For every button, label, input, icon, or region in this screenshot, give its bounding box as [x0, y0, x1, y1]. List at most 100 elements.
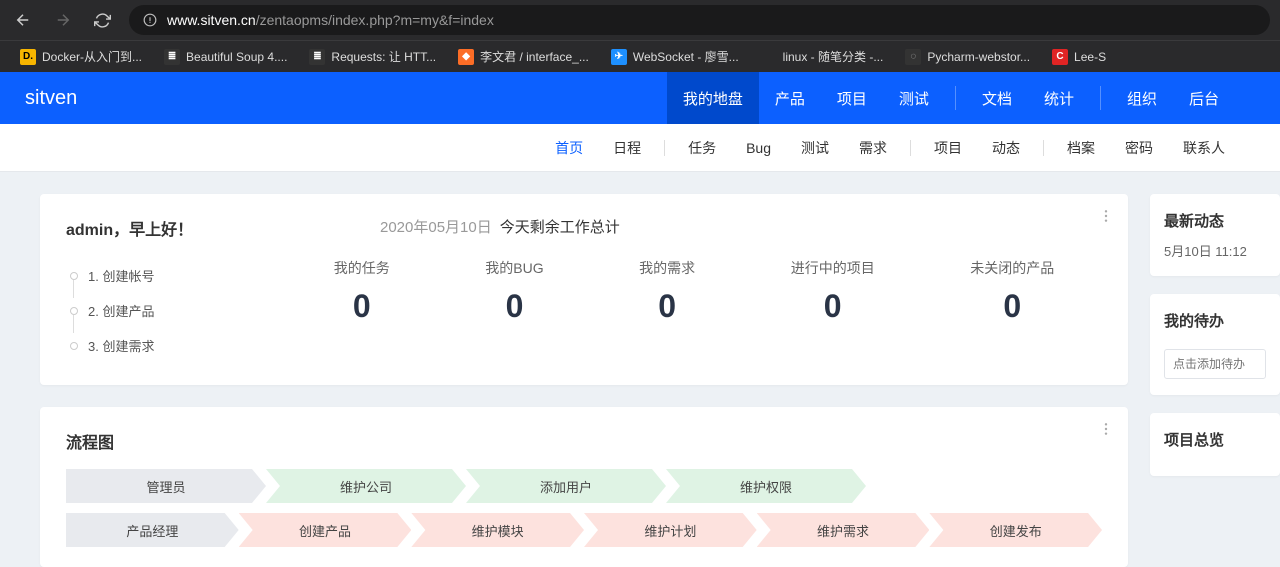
bookmark-label: Requests: 让 HTT...	[331, 48, 436, 65]
flow-step[interactable]: 创建发布	[929, 513, 1102, 547]
nav-item[interactable]: 产品	[759, 72, 821, 124]
todo-input[interactable]	[1164, 349, 1266, 379]
stat-label: 未关闭的产品	[970, 258, 1054, 278]
flow-row: 管理员维护公司 添加用户 维护权限	[66, 469, 1102, 503]
onboarding-step[interactable]: 2. 创建产品	[66, 293, 286, 328]
greeting-date: 2020年05月10日	[380, 216, 492, 237]
sub-nav-item[interactable]: 需求	[844, 138, 902, 158]
nav-item[interactable]: 后台	[1173, 72, 1235, 124]
stat-value: 0	[791, 288, 875, 325]
sub-nav-item[interactable]: 动态	[977, 138, 1035, 158]
sub-nav-item[interactable]: 档案	[1052, 138, 1110, 158]
bookmark-label: Pycharm-webstor...	[927, 50, 1030, 64]
flow-step[interactable]: 维护模块	[411, 513, 584, 547]
flow-step-label: 维护模块	[472, 521, 524, 540]
bookmark-item[interactable]: ✈ WebSocket - 廖雪...	[601, 44, 749, 69]
reload-icon[interactable]	[90, 8, 115, 33]
forward-icon	[50, 7, 76, 33]
nav-item[interactable]: 统计	[1028, 72, 1090, 124]
nav-item[interactable]: 组织	[1111, 72, 1173, 124]
stat-label: 进行中的项目	[791, 258, 875, 278]
bookmark-item[interactable]: ◆ 李文君 / interface_...	[448, 44, 599, 69]
stat-label: 我的BUG	[485, 258, 543, 278]
brand-logo[interactable]: sitven	[25, 87, 77, 110]
nav-separator	[1100, 86, 1101, 110]
sub-nav-item[interactable]: 任务	[673, 138, 731, 158]
sub-nav-item[interactable]: 联系人	[1168, 138, 1240, 158]
flow-step[interactable]: 维护需求	[757, 513, 930, 547]
stat-block[interactable]: 进行中的项目 0	[791, 258, 875, 363]
overview-title: 项目总览	[1164, 429, 1266, 450]
flow-step-label: 维护需求	[817, 521, 869, 540]
stat-value: 0	[970, 288, 1054, 325]
sub-nav-item[interactable]: 项目	[919, 138, 977, 158]
flow-step[interactable]: 维护公司	[266, 469, 466, 503]
bookmark-item[interactable]: D. Docker-从入门到...	[10, 44, 152, 69]
sub-nav-item[interactable]: 密码	[1110, 138, 1168, 158]
stat-block[interactable]: 我的任务0	[334, 258, 390, 363]
main-nav: sitven 我的地盘产品项目测试文档统计组织后台	[0, 72, 1280, 124]
flow-step-label: 添加用户	[540, 477, 592, 496]
back-icon[interactable]	[10, 7, 36, 33]
project-overview-panel: 项目总览	[1150, 413, 1280, 476]
sub-nav-item[interactable]: 首页	[540, 138, 598, 158]
flowchart-panel: 流程图 管理员维护公司添加用户维护权限产品经理创建产品维护模块维护计划维护需求创…	[40, 407, 1128, 567]
bookmark-favicon: ◆	[458, 49, 474, 65]
address-bar[interactable]: www.sitven.cn/zentaopms/index.php?m=my&f…	[129, 5, 1270, 35]
news-panel: 最新动态 5月10日 11:12	[1150, 194, 1280, 276]
bookmark-item[interactable]: ≣ Requests: 让 HTT...	[299, 44, 446, 69]
stat-block[interactable]: 我的需求 0	[639, 258, 695, 363]
news-timestamp: 5月10日 11:12	[1164, 241, 1266, 260]
greeting-title: admin，早上好！	[66, 216, 193, 240]
sub-nav-item[interactable]: Bug	[731, 140, 786, 156]
onboarding-step[interactable]: 3. 创建需求	[66, 328, 286, 363]
flow-step[interactable]: 产品经理	[66, 513, 239, 547]
sub-nav-separator	[910, 140, 911, 156]
flow-row: 产品经理 创建产品 维护模块 维护计划 维护需求 创建发布	[66, 513, 1102, 547]
bookmark-label: WebSocket - 廖雪...	[633, 48, 739, 65]
bookmark-item[interactable]: linux - 随笔分类 -...	[751, 44, 894, 69]
bookmark-label: 李文君 / interface_...	[480, 48, 589, 65]
flow-step[interactable]: 添加用户	[466, 469, 666, 503]
todo-panel: 我的待办	[1150, 294, 1280, 395]
bookmark-label: Lee-S	[1074, 50, 1106, 64]
sub-nav-item[interactable]: 日程	[598, 138, 656, 158]
panel-menu-icon[interactable]	[1098, 421, 1114, 442]
flow-step[interactable]: 管理员	[66, 469, 266, 503]
sub-nav: 首页日程任务Bug测试需求项目动态档案密码联系人	[0, 124, 1280, 172]
bookmark-favicon: D.	[20, 49, 36, 65]
nav-item[interactable]: 测试	[883, 72, 945, 124]
url-path: /zentaopms/index.php?m=my&f=index	[256, 12, 494, 28]
greeting-subtitle: 今天剩余工作总计	[500, 216, 620, 237]
bookmark-item[interactable]: CLee-S	[1042, 45, 1116, 69]
stat-value: 0	[639, 288, 695, 325]
bookmark-favicon: ✈	[611, 49, 627, 65]
bookmark-item[interactable]: ◌ Pycharm-webstor...	[895, 45, 1040, 69]
nav-item[interactable]: 我的地盘	[667, 72, 759, 124]
nav-item[interactable]: 文档	[966, 72, 1028, 124]
bookmark-favicon: ≣	[309, 49, 325, 65]
stat-value: 0	[334, 288, 390, 325]
news-title: 最新动态	[1164, 210, 1266, 231]
stat-block[interactable]: 我的BUG0	[485, 258, 543, 363]
flow-step-label: 创建发布	[990, 521, 1042, 540]
sub-nav-separator	[1043, 140, 1044, 156]
onboarding-step[interactable]: 1. 创建帐号	[66, 258, 286, 293]
browser-toolbar: www.sitven.cn/zentaopms/index.php?m=my&f…	[0, 0, 1280, 40]
bookmark-favicon: ≣	[164, 49, 180, 65]
bookmark-label: linux - 随笔分类 -...	[783, 48, 884, 65]
stat-block[interactable]: 未关闭的产品 0	[970, 258, 1054, 363]
panel-menu-icon[interactable]	[1098, 208, 1114, 229]
stat-label: 我的需求	[639, 258, 695, 278]
bookmark-item[interactable]: ≣Beautiful Soup 4....	[154, 45, 297, 69]
nav-item[interactable]: 项目	[821, 72, 883, 124]
flow-step-label: 产品经理	[126, 521, 178, 540]
sub-nav-item[interactable]: 测试	[786, 138, 844, 158]
flow-step[interactable]: 维护计划	[584, 513, 757, 547]
bookmark-favicon: ◌	[905, 49, 921, 65]
site-info-icon[interactable]	[143, 13, 157, 27]
flow-step[interactable]: 创建产品	[239, 513, 412, 547]
bookmark-favicon	[761, 49, 777, 65]
bookmark-label: Docker-从入门到...	[42, 48, 142, 65]
flow-step[interactable]: 维护权限	[666, 469, 866, 503]
